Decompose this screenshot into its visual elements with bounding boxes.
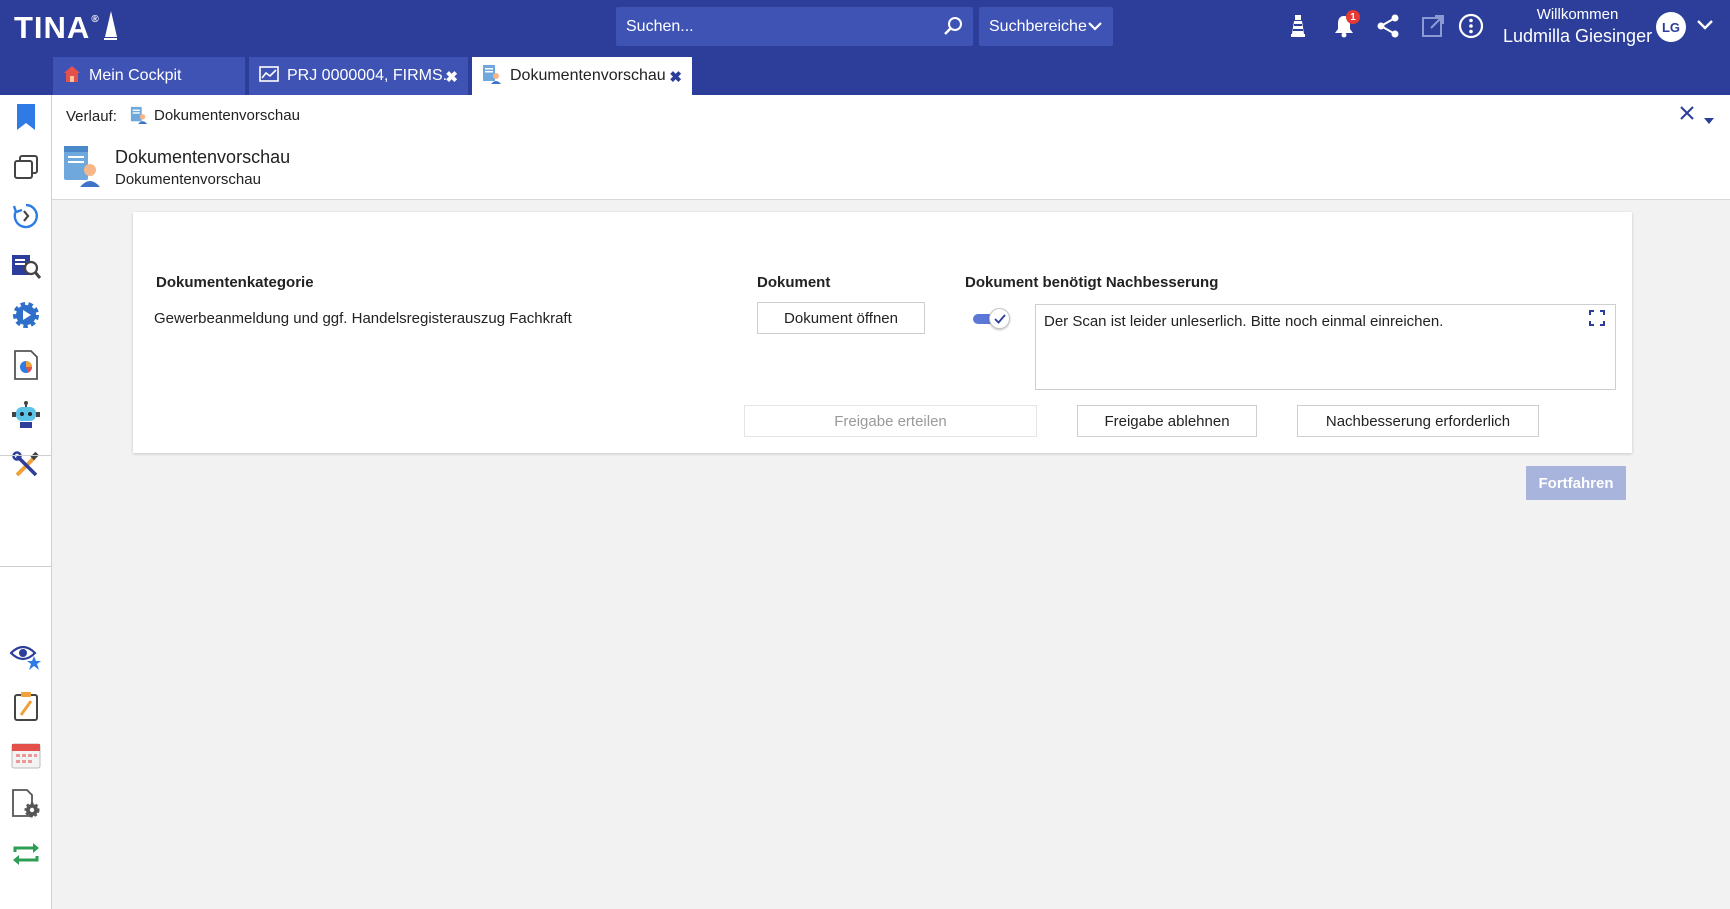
column-header-document: Dokument [757,274,831,291]
home-icon [63,65,81,88]
tab-dokumentenvorschau[interactable]: Dokumentenvorschau ✖ [472,57,692,95]
global-search[interactable] [616,7,973,46]
document-search-icon[interactable] [9,249,43,283]
notifications-bell-icon[interactable]: 1 [1330,10,1360,40]
reject-button[interactable]: Freigabe ablehnen [1077,405,1257,437]
bookmark-icon[interactable] [9,100,43,134]
open-document-button[interactable]: Dokument öffnen [757,302,925,334]
welcome-label: Willkommen [1536,6,1619,23]
breadcrumb-item-label: Dokumentenvorschau [154,106,300,124]
close-icon[interactable] [1679,105,1695,126]
close-icon[interactable]: ✖ [669,68,682,86]
sidebar-divider [0,566,51,567]
chevron-down-icon [1087,19,1103,38]
notification-badge: 1 [1346,10,1360,24]
clipboard-edit-icon[interactable] [9,689,43,723]
tab-label: PRJ 0000004, FIRMS... [287,67,456,84]
sidebar-divider [0,455,51,456]
tab-mein-cockpit[interactable]: Mein Cockpit [53,57,245,95]
document-settings-icon[interactable] [9,787,43,821]
toggle-knob [989,308,1010,329]
document-user-icon [62,145,102,192]
history-icon[interactable] [9,199,43,233]
document-review-card: Dokumentenkategorie Dokument Dokument be… [133,212,1632,453]
document-user-icon [482,64,502,89]
breadcrumb: Verlauf: Dokumentenvorschau [52,95,1730,137]
column-header-needs-fix: Dokument benötigt Nachbesserung [965,274,1219,291]
sync-arrows-icon[interactable] [9,837,43,871]
calendar-icon[interactable] [9,738,43,772]
breadcrumb-label: Verlauf: [66,108,117,125]
needs-fix-toggle[interactable] [971,307,1011,329]
info-icon[interactable] [1457,12,1485,40]
close-icon[interactable]: ✖ [445,68,458,86]
expand-icon[interactable] [1589,310,1605,331]
logo-text: TINA [14,10,91,45]
share-icon[interactable] [1374,12,1402,40]
continue-button[interactable]: Fortfahren [1526,466,1626,500]
settings-gear-icon[interactable] [9,298,43,332]
chart-card-icon [259,65,279,87]
watchlist-eye-icon[interactable] [9,640,43,674]
windows-icon[interactable] [9,150,43,184]
tab-project[interactable]: PRJ 0000004, FIRMS... ✖ [249,57,468,95]
report-chart-icon[interactable] [9,348,43,382]
document-user-icon [130,106,148,124]
column-header-category: Dokumentenkategorie [156,274,314,291]
welcome-block: Willkommen Ludmilla Giesinger [1503,6,1652,47]
page-title: Dokumentenvorschau [115,147,291,167]
tab-label: Mein Cockpit [89,67,182,84]
search-areas-label: Suchbereiche [989,17,1087,35]
user-name: Ludmilla Giesinger [1503,26,1653,46]
page-header: Dokumentenvorschau Dokumentenvorschau [52,137,1730,200]
top-bar: TINA® Suchbereiche 1 Willkommen Ludmilla… [0,0,1730,95]
logo-reg: ® [91,14,100,25]
check-icon [993,313,1006,324]
avatar[interactable]: LG [1656,12,1686,42]
needs-fix-button[interactable]: Nachbesserung erforderlich [1297,405,1539,437]
lighthouse-icon[interactable] [1284,12,1312,40]
sidebar [0,95,52,909]
app-logo[interactable]: TINA ® [14,10,118,46]
search-input[interactable] [626,17,926,36]
search-icon[interactable] [943,16,963,41]
breadcrumb-item[interactable]: Dokumentenvorschau [130,105,300,125]
page-subtitle: Dokumentenvorschau [115,171,261,188]
tab-label: Dokumentenvorschau [510,67,666,84]
approve-button[interactable]: Freigabe erteilen [744,405,1037,437]
fix-comment-textarea[interactable]: Der Scan ist leider unleserlich. Bitte n… [1035,304,1616,390]
external-link-icon[interactable] [1419,12,1447,40]
user-menu-chevron-icon[interactable] [1696,18,1714,37]
sail-logo-icon [103,11,117,40]
search-areas-dropdown[interactable]: Suchbereiche [979,7,1113,46]
category-value: Gewerbeanmeldung und ggf. Handelsregiste… [154,310,572,327]
tools-icon[interactable] [9,448,43,482]
caret-down-icon[interactable] [1704,111,1714,129]
robot-icon[interactable] [9,398,43,432]
